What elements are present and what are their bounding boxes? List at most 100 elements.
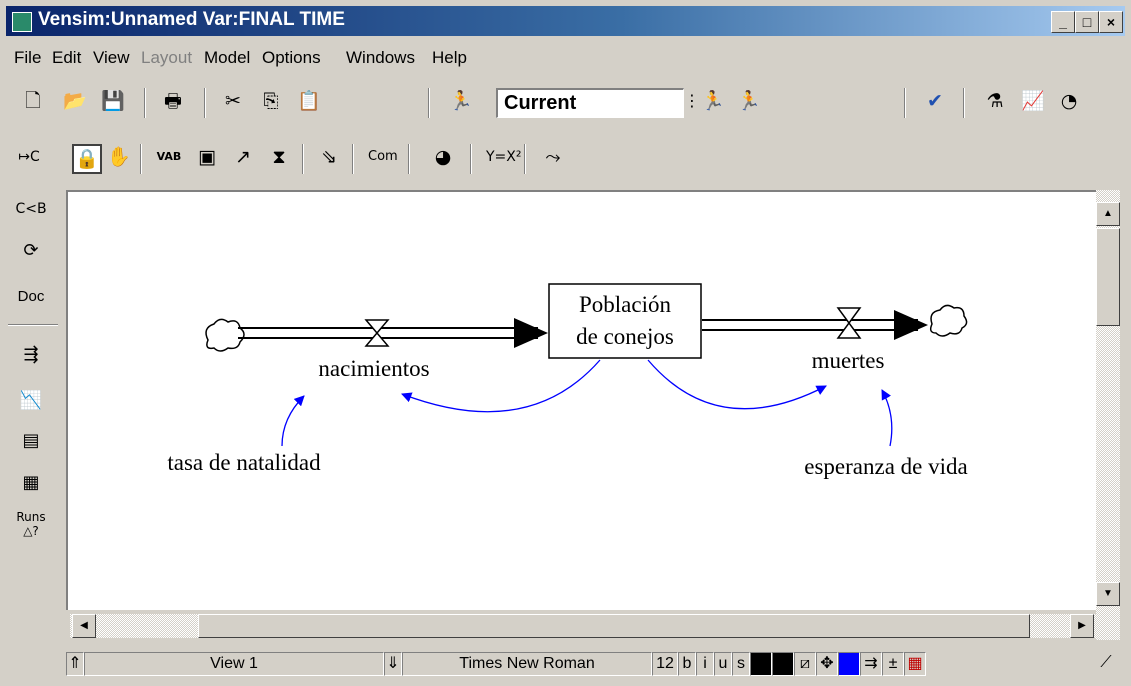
shape-icon[interactable]: ⧄ (794, 652, 816, 676)
bold-toggle[interactable]: b (678, 652, 696, 676)
delete-tool-icon[interactable]: ◕ (430, 144, 456, 170)
position-icon[interactable]: ✥ (816, 652, 838, 676)
color-picker-icon[interactable]: ▦ (904, 652, 926, 676)
vertical-scrollbar[interactable]: ▲ ▼ (1096, 190, 1120, 640)
border-color-swatch[interactable] (772, 652, 794, 676)
menu-view[interactable]: View (93, 48, 130, 68)
arrow-birth-rate-to-births[interactable] (281, 395, 305, 447)
inflow-label[interactable]: nacimientos (318, 356, 429, 381)
move-size-icon[interactable]: ✋ (106, 144, 132, 170)
new-icon[interactable]: 🗋 (20, 88, 46, 114)
causes-strip-icon[interactable]: ⇶ (14, 340, 48, 370)
causes-tree-icon[interactable]: C<B (14, 194, 48, 224)
menu-layout[interactable]: Layout (141, 48, 192, 68)
toolbar-separator (963, 88, 965, 118)
horizontal-scrollbar[interactable]: ◀ ▶ (70, 614, 1096, 638)
equations-tool-icon[interactable]: Y=X² (486, 144, 522, 170)
graph-icon[interactable]: 📈 (1020, 88, 1046, 114)
close-button[interactable]: × (1099, 11, 1123, 33)
maximize-button[interactable]: □ (1075, 11, 1099, 33)
table-time-down-icon[interactable]: ▦ (14, 468, 48, 498)
arrow-tool-icon[interactable]: ↗ (230, 144, 256, 170)
variable-auxiliary-icon[interactable]: VAB (156, 144, 182, 170)
save-icon[interactable]: 💾 (100, 88, 126, 114)
toolbar-separator (204, 88, 206, 118)
strike-toggle[interactable]: s (732, 652, 750, 676)
set-simulation-icon[interactable]: 🏃 (448, 88, 474, 114)
sketch-canvas[interactable]: Población de conejos nacimientos muertes… (66, 190, 1096, 610)
menu-help[interactable]: Help (432, 48, 467, 68)
reality-check-icon[interactable]: ⚗ (982, 88, 1008, 114)
text-color-swatch[interactable] (750, 652, 772, 676)
menu-windows[interactable]: Windows (346, 48, 415, 68)
runs-compare-icon[interactable]: Runs △? (14, 510, 48, 540)
scroll-left-button[interactable]: ◀ (72, 614, 96, 638)
menu-file[interactable]: File (14, 48, 41, 68)
toolbar-separator (144, 88, 146, 118)
copy-icon[interactable]: ⎘ (258, 88, 284, 114)
comment-tool-icon[interactable]: Com (368, 144, 398, 170)
aux-birth-rate-label[interactable]: tasa de natalidad (167, 450, 321, 475)
status-bar: ⇑ View 1 ⇓ Times New Roman 12 b i u s ⧄ … (66, 650, 1121, 678)
arrow-stock-to-deaths[interactable] (647, 359, 827, 410)
box-variable-icon[interactable]: ▣ (194, 144, 220, 170)
outflow-valve-icon[interactable] (836, 307, 862, 339)
toolbar-separator (302, 144, 304, 174)
aux-life-expectancy-label[interactable]: esperanza de vida (804, 454, 967, 479)
menu-edit[interactable]: Edit (52, 48, 81, 68)
variable-tool-icon[interactable]: ↦C (16, 144, 42, 170)
shadow-variable-icon[interactable]: ⇘ (316, 144, 342, 170)
window-title: Vensim:Unnamed Var:FINAL TIME (38, 9, 345, 30)
analysis-toolbar: C<B ⟳ Doc ⇶ 📉 ▤ ▦ Runs △? (8, 190, 60, 660)
simulate-icon[interactable]: 🏃 (700, 88, 726, 114)
arrow-style-icon[interactable]: ⇉ (860, 652, 882, 676)
view-down-icon[interactable]: ⇓ (384, 652, 402, 676)
scroll-up-button[interactable]: ▲ (1096, 202, 1120, 226)
stock-box[interactable]: Población de conejos (548, 283, 702, 359)
run-name-menu-icon[interactable]: ⋮ (684, 88, 700, 114)
toolbar-separator (524, 144, 526, 174)
synthesim-icon[interactable]: 🏃 (736, 88, 762, 114)
open-icon[interactable]: 📂 (62, 88, 88, 114)
gauge-icon[interactable]: ◔ (1056, 88, 1082, 114)
vertical-scroll-thumb[interactable] (1096, 228, 1120, 326)
title-bar[interactable]: Vensim:Unnamed Var:FINAL TIME _ □ × (6, 6, 1125, 36)
vensim-app-icon[interactable] (12, 12, 32, 32)
line-width-icon[interactable]: ± (882, 652, 904, 676)
reference-mode-icon[interactable]: ⤳ (540, 144, 566, 170)
underline-toggle[interactable]: u (714, 652, 732, 676)
lock-icon[interactable]: 🔒 (72, 144, 102, 174)
italic-toggle[interactable]: i (696, 652, 714, 676)
menu-model[interactable]: Model (204, 48, 250, 68)
rate-tool-icon[interactable]: ⧗ (266, 144, 292, 170)
arrow-stock-to-births[interactable] (401, 359, 601, 413)
run-name-input[interactable]: Current (496, 88, 684, 118)
minimize-button[interactable]: _ (1051, 11, 1075, 33)
arrow-life-expectancy-to-deaths[interactable] (881, 389, 893, 447)
outflow-pipe[interactable] (702, 310, 928, 340)
outflow-label[interactable]: muertes (812, 348, 885, 373)
scroll-down-button[interactable]: ▼ (1096, 582, 1120, 606)
print-icon[interactable]: 🖶 (160, 88, 186, 114)
fill-color-swatch[interactable] (838, 652, 860, 676)
inflow-valve-icon[interactable] (364, 319, 390, 347)
view-up-icon[interactable]: ⇑ (66, 652, 84, 676)
menu-options[interactable]: Options (262, 48, 321, 68)
inflow-pipe[interactable] (238, 318, 548, 348)
graph-tool-icon[interactable]: 📉 (14, 386, 48, 416)
sink-cloud-icon[interactable] (929, 304, 968, 337)
source-cloud-icon[interactable] (205, 318, 245, 352)
main-toolbar: 🗋 📂 💾 🖶 ✂ ⎘ 📋 🏃 Current ⋮ 🏃 🏃 ✔ ⚗ 📈 ◔ (8, 84, 1121, 122)
document-tool-icon[interactable]: Doc (14, 282, 48, 312)
resize-grip-icon[interactable]: ⟋ (1094, 652, 1118, 676)
font-size[interactable]: 12 (652, 652, 678, 676)
paste-icon[interactable]: 📋 (296, 88, 322, 114)
cut-icon[interactable]: ✂ (220, 88, 246, 114)
horizontal-scroll-thumb[interactable] (198, 614, 1030, 638)
loops-icon[interactable]: ⟳ (14, 236, 48, 266)
scroll-right-button[interactable]: ▶ (1070, 614, 1094, 638)
font-name[interactable]: Times New Roman (402, 652, 652, 676)
check-model-icon[interactable]: ✔ (922, 88, 948, 114)
table-icon[interactable]: ▤ (14, 426, 48, 456)
view-name[interactable]: View 1 (84, 652, 384, 676)
